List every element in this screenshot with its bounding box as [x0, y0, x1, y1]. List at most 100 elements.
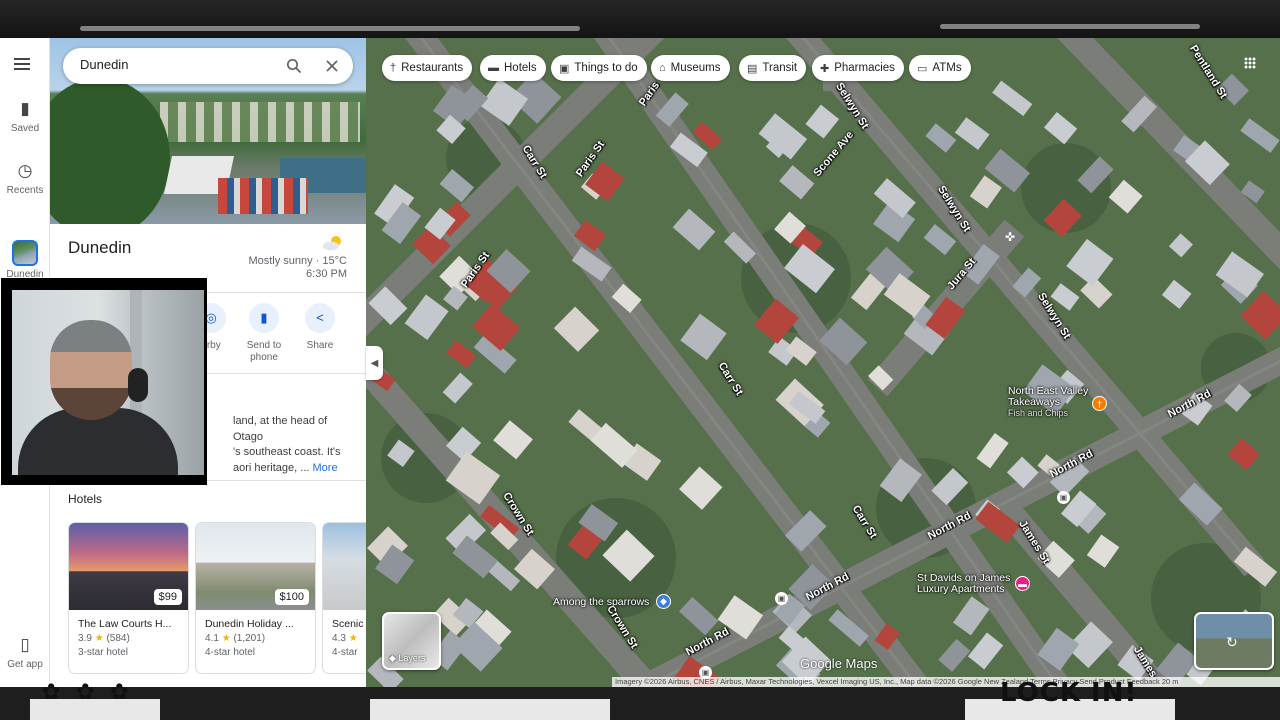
collapse-panel-button[interactable]: ◀ — [366, 346, 383, 380]
chip-pharmacies[interactable]: ✚ Pharmacies — [812, 55, 904, 81]
send-to-phone-icon: ▮ — [249, 303, 279, 333]
poi-sparrows[interactable]: Among the sparrows — [553, 597, 649, 608]
weather-summary: Mostly sunny · 15°C — [248, 255, 347, 267]
poi-st-davids[interactable]: St Davids on James Luxury Apartments — [917, 573, 1010, 595]
rotate-view-icon: ↻ — [1226, 634, 1238, 650]
local-time: 6:30 PM — [306, 268, 347, 280]
hotel-rating: 4.1 ★ (1,201) — [196, 630, 315, 644]
hotel-photo — [323, 523, 366, 610]
send-to-phone-button[interactable]: ▮ Send to phone — [234, 303, 294, 364]
camera-icon: ▣ — [559, 62, 570, 75]
bus-stop-icon[interactable]: ▣ — [1057, 491, 1070, 504]
hotel-name: Dunedin Holiday ... — [205, 618, 294, 630]
search-box — [63, 48, 353, 84]
video-frame-top — [0, 0, 1280, 38]
chip-museums[interactable]: ⌂ Museums — [651, 55, 730, 81]
chip-label: Restaurants — [401, 62, 464, 74]
poi-takeaways[interactable]: North East Valley Takeaways Fish and Chi… — [1008, 386, 1088, 419]
chip-restaurants[interactable]: † Restaurants — [382, 55, 473, 81]
move-cursor-icon: ✜ — [1005, 230, 1016, 244]
layers-label: ◆ Layers — [389, 653, 426, 663]
map-attribution[interactable]: Imagery ©2026 Airbus, CNES / Airbus, Max… — [612, 677, 1280, 687]
menu-icon[interactable] — [14, 58, 30, 70]
hotel-pin-icon[interactable]: ▬ — [1015, 576, 1030, 591]
close-icon[interactable] — [324, 58, 340, 74]
webcam-overlay — [1, 278, 207, 485]
nav-recents[interactable]: ◷ Recents — [0, 161, 50, 197]
share-label: Share — [306, 340, 334, 351]
chip-transit[interactable]: ▤ Transit — [739, 55, 807, 81]
chip-label: ATMs — [932, 62, 962, 74]
star-icon: ★ — [221, 633, 231, 644]
hotel-photo: $100 — [196, 523, 315, 610]
chip-label: Pharmacies — [834, 62, 895, 74]
share-icon: < — [305, 303, 335, 333]
nav-get-app-label: Get app — [7, 659, 43, 670]
train-icon: ▤ — [747, 62, 758, 75]
hotel-class: 4-star — [332, 647, 358, 658]
bed-icon: ▬ — [488, 62, 499, 74]
more-link[interactable]: More — [313, 462, 338, 474]
rating-value: 4.1 — [205, 633, 219, 644]
hotels-heading: Hotels — [68, 492, 103, 506]
apps-grid-icon[interactable] — [1244, 57, 1256, 69]
hotel-card[interactable]: Scenic 4.3 ★ 4-star — [322, 522, 366, 674]
star-icon: ★ — [348, 633, 358, 644]
review-count: (1,201) — [233, 633, 266, 644]
chip-label: Transit — [762, 62, 798, 74]
review-count: (584) — [106, 633, 130, 644]
search-input[interactable] — [80, 57, 270, 72]
bookmark-icon: ▮ — [20, 99, 30, 118]
chip-hotels[interactable]: ▬ Hotels — [480, 55, 546, 81]
layers-button[interactable]: ◆ Layers — [382, 612, 441, 670]
webcam-video — [12, 290, 204, 475]
search-icon[interactable] — [286, 58, 302, 74]
share-button[interactable]: < Share — [290, 303, 350, 352]
history-icon: ◷ — [17, 161, 33, 180]
partly-sunny-icon — [323, 236, 341, 251]
hotel-class: 3-star hotel — [78, 647, 129, 658]
chip-label: Museums — [670, 62, 721, 74]
map-canvas[interactable]: † Restaurants ▬ Hotels ▣ Things to do ⌂ … — [366, 38, 1280, 687]
nav-recents-label: Recents — [6, 185, 44, 196]
hotel-name: The Law Courts H... — [78, 618, 172, 630]
hotel-photo: $99 — [69, 523, 188, 610]
hotel-price: $99 — [153, 589, 182, 605]
phone-icon: ▯ — [20, 635, 30, 654]
poi-name: Takeaways — [1008, 396, 1060, 408]
nav-saved-label: Saved — [10, 123, 40, 134]
restaurant-pin-icon[interactable]: † — [1092, 396, 1107, 411]
decorative-symbols: ✿ ✿ ✿ — [42, 680, 133, 705]
star-icon: ★ — [94, 633, 104, 644]
hotel-rating: 3.9 ★ (584) — [69, 630, 188, 644]
hotel-card[interactable]: $99 The Law Courts H... 3.9 ★ (584) 3-st… — [68, 522, 189, 674]
hotel-class: 4-star hotel — [205, 647, 256, 658]
nav-dunedin[interactable]: Dunedin — [0, 240, 50, 280]
poi-category: Fish and Chips — [1008, 408, 1069, 418]
nav-get-app[interactable]: ▯ Get app — [0, 635, 50, 671]
atm-icon: ▭ — [917, 62, 928, 75]
nav-saved[interactable]: ▮ Saved — [0, 99, 50, 135]
dunedin-thumbnail — [12, 240, 38, 266]
lock-in-text: LOCK IN! — [1000, 678, 1138, 708]
bus-stop-icon[interactable]: ▣ — [775, 592, 788, 605]
fork-knife-icon: † — [390, 62, 397, 74]
hotel-price: $100 — [274, 589, 309, 605]
poi-name: Luxury Apartments — [917, 583, 1005, 595]
google-maps-logo: Google Maps — [800, 656, 878, 671]
chevron-left-icon: ◀ — [370, 357, 379, 369]
chip-things-to-do[interactable]: ▣ Things to do — [551, 55, 647, 81]
pharmacy-icon: ✚ — [820, 62, 830, 75]
chip-label: Things to do — [574, 62, 638, 74]
lodging-pin-icon[interactable]: ◆ — [656, 594, 671, 609]
place-title: Dunedin — [68, 238, 132, 257]
hotel-name: Scenic — [332, 618, 364, 630]
description-line: aori heritage, ... — [233, 461, 310, 474]
street-view-thumbnail[interactable]: ↻ — [1194, 612, 1274, 670]
rating-value: 4.3 — [332, 633, 346, 644]
chip-label: Hotels — [504, 62, 537, 74]
rating-value: 3.9 — [78, 633, 92, 644]
chip-atms[interactable]: ▭ ATMs — [909, 55, 971, 81]
hotel-card[interactable]: $100 Dunedin Holiday ... 4.1 ★ (1,201) 4… — [195, 522, 316, 674]
send-to-phone-label: Send to phone — [246, 340, 282, 363]
